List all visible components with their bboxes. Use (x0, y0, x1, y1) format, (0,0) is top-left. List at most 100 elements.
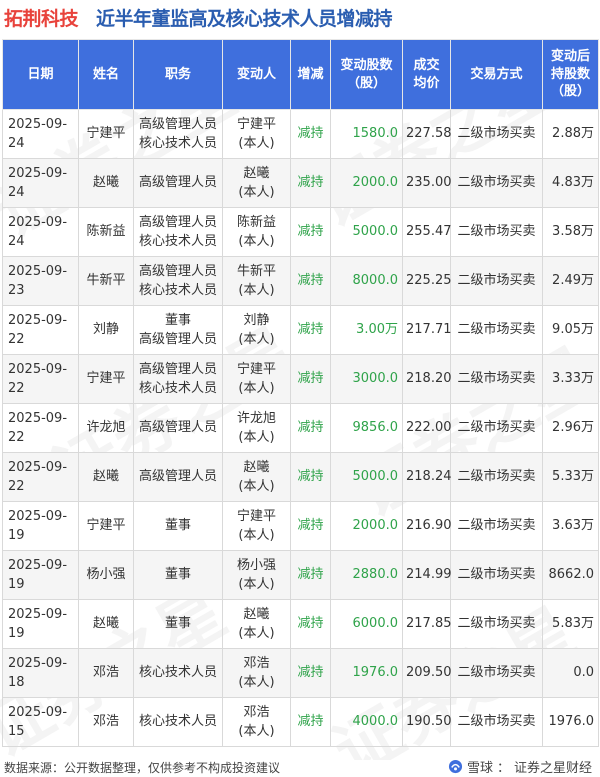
cell-role: 高级管理人员 (133, 452, 223, 502)
cell-date: 2025-09-24 (2, 207, 79, 257)
table-row: 2025-09-19 宁建平 董事 宁建平 (本人) 减持 2000.0 216.90 二级市场… (2, 501, 599, 551)
cell-method: 二级市场买卖 (450, 697, 543, 747)
cell-method: 二级市场买卖 (450, 501, 543, 551)
cell-shares: 3.00万 (330, 305, 403, 355)
cell-actor: 牛新平 (本人) (222, 256, 291, 306)
table-row: 2025-09-22 刘静 董事 高级管理人员 刘静 (本人) 减持 3.00万 217.71 二… (2, 305, 599, 355)
cell-name: 陈新益 (78, 207, 134, 257)
cell-shares: 1976.0 (330, 648, 403, 698)
cell-shares: 2000.0 (330, 501, 403, 551)
cell-price: 214.99 (402, 550, 452, 600)
cell-price: 216.90 (402, 501, 452, 551)
cell-role: 高级管理人员 核心技术人员 (133, 354, 223, 404)
holdings-table-wrap: 日期 姓名 职务 变动人 增减 变动股数 （股） 成交 均价 交易方式 变动后 持股数 （股） 2025… (2, 39, 599, 747)
column-header: 变动股数 （股） (330, 39, 403, 110)
cell-actor: 邓浩 (本人) (222, 697, 291, 747)
page-title: 近半年董监高及核心技术人员增减持 (96, 8, 393, 30)
table-row: 2025-09-15 邓浩 核心技术人员 邓浩 (本人) 减持 4000.0 190.50 二级… (2, 697, 599, 747)
table-row: 2025-09-24 陈新益 高级管理人员 核心技术人员 陈新益 (本人) 减持 5000.0… (2, 207, 599, 257)
cell-after: 8662.0 (542, 550, 599, 600)
brand-suffix: 证券之星财经 (513, 761, 592, 776)
cell-shares: 3000.0 (330, 354, 403, 404)
cell-name: 赵曦 (78, 452, 134, 502)
cell-after: 3.63万 (542, 501, 599, 551)
table-row: 2025-09-22 赵曦 高级管理人员 赵曦 (本人) 减持 5000.0 218.24 二级… (2, 452, 599, 502)
cell-name: 宁建平 (78, 109, 134, 159)
cell-method: 二级市场买卖 (450, 158, 543, 208)
table-row: 2025-09-19 杨小强 董事 杨小强 (本人) 减持 2880.0 214.99 二级市场… (2, 550, 599, 600)
cell-price: 255.47 (402, 207, 452, 257)
cell-after: 0.0 (542, 648, 599, 698)
cell-shares: 4000.0 (330, 697, 403, 747)
cell-role: 核心技术人员 (133, 648, 223, 698)
cell-name: 邓浩 (78, 697, 134, 747)
cell-shares: 2000.0 (330, 158, 403, 208)
cell-role: 高级管理人员 (133, 403, 223, 453)
snowball-icon (448, 759, 463, 774)
cell-role: 董事 高级管理人员 (133, 305, 223, 355)
cell-name: 邓浩 (78, 648, 134, 698)
cell-method: 二级市场买卖 (450, 354, 543, 404)
cell-direction: 减持 (290, 599, 331, 649)
cell-direction: 减持 (290, 158, 331, 208)
cell-name: 宁建平 (78, 354, 134, 404)
cell-price: 225.25 (402, 256, 452, 306)
cell-actor: 宁建平 (本人) (222, 109, 291, 159)
cell-price: 217.71 (402, 305, 452, 355)
cell-shares: 8000.0 (330, 256, 403, 306)
cell-name: 杨小强 (78, 550, 134, 600)
cell-actor: 杨小强 (本人) (222, 550, 291, 600)
cell-after: 2.96万 (542, 403, 599, 453)
cell-date: 2025-09-24 (2, 109, 79, 159)
cell-name: 宁建平 (78, 501, 134, 551)
cell-direction: 减持 (290, 207, 331, 257)
column-header: 日期 (2, 39, 79, 110)
cell-after: 3.33万 (542, 354, 599, 404)
table-row: 2025-09-22 宁建平 高级管理人员 核心技术人员 宁建平 (本人) 减持 3000.0… (2, 354, 599, 404)
column-header: 成交 均价 (402, 39, 451, 110)
cell-after: 5.33万 (542, 452, 599, 502)
cell-date: 2025-09-15 (2, 697, 79, 747)
table-row: 2025-09-19 赵曦 董事 赵曦 (本人) 减持 6000.0 217.85 二级市场买卖… (2, 599, 599, 649)
cell-name: 赵曦 (78, 599, 134, 649)
cell-role: 核心技术人员 (133, 697, 223, 747)
company-name: 拓荆科技 (4, 8, 79, 30)
column-header: 交易方式 (450, 39, 543, 110)
cell-actor: 陈新益 (本人) (222, 207, 291, 257)
cell-role: 高级管理人员 核心技术人员 (133, 256, 223, 306)
holdings-table: 日期 姓名 职务 变动人 增减 变动股数 （股） 成交 均价 交易方式 变动后 持股数 （股） 2025… (2, 39, 599, 747)
cell-method: 二级市场买卖 (450, 648, 543, 698)
cell-actor: 赵曦 (本人) (222, 452, 291, 502)
cell-price: 218.24 (402, 452, 452, 502)
cell-shares: 2880.0 (330, 550, 403, 600)
cell-after: 3.58万 (542, 207, 599, 257)
brand-mark: 雪球 ： 证券之星财经 (448, 757, 592, 776)
cell-direction: 减持 (290, 501, 331, 551)
cell-actor: 赵曦 (本人) (222, 599, 291, 649)
cell-direction: 减持 (290, 305, 331, 355)
brand-prefix: 雪球 (466, 761, 493, 776)
cell-direction: 减持 (290, 452, 331, 502)
table-row: 2025-09-18 邓浩 核心技术人员 邓浩 (本人) 减持 1976.0 209.50 二级… (2, 648, 599, 698)
cell-role: 董事 (133, 550, 223, 600)
cell-direction: 减持 (290, 648, 331, 698)
cell-price: 209.50 (402, 648, 452, 698)
cell-actor: 宁建平 (本人) (222, 354, 291, 404)
cell-name: 赵曦 (78, 158, 134, 208)
cell-shares: 1580.0 (330, 109, 403, 159)
cell-direction: 减持 (290, 354, 331, 404)
cell-after: 2.49万 (542, 256, 599, 306)
cell-price: 218.20 (402, 354, 452, 404)
cell-date: 2025-09-22 (2, 354, 79, 404)
cell-method: 二级市场买卖 (450, 256, 543, 306)
cell-role: 高级管理人员 核心技术人员 (133, 109, 223, 159)
cell-date: 2025-09-19 (2, 599, 79, 649)
cell-shares: 5000.0 (330, 207, 403, 257)
table-row: 2025-09-22 许龙旭 高级管理人员 许龙旭 (本人) 减持 9856.0 222.00… (2, 403, 599, 453)
cell-price: 235.00 (402, 158, 452, 208)
table-header-row: 日期 姓名 职务 变动人 增减 变动股数 （股） 成交 均价 交易方式 变动后 持股数 （股） (2, 39, 599, 110)
cell-name: 许龙旭 (78, 403, 134, 453)
cell-after: 1976.0 (542, 697, 599, 747)
cell-actor: 赵曦 (本人) (222, 158, 291, 208)
cell-price: 222.00 (402, 403, 452, 453)
